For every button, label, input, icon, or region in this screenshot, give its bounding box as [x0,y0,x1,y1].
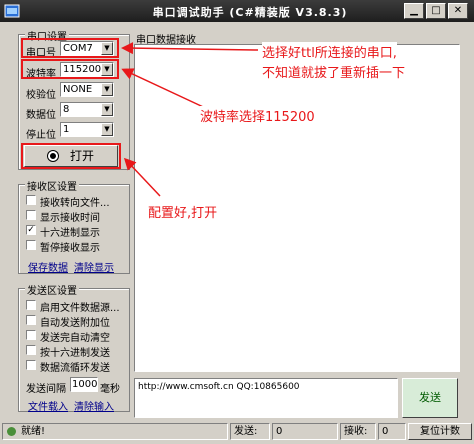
open-highlight-box [21,143,121,169]
close-button[interactable]: ✕ [448,3,468,19]
send-textarea[interactable]: http://www.cmsoft.cn QQ:10865600 [134,378,398,418]
stopbits-value: 1 [63,124,70,135]
open-annotation: 配置好,打开 [148,202,218,221]
baud-annotation: 波特率选择115200 [200,106,315,125]
option-label: 按十六进制发送 [40,348,110,359]
app-icon [4,4,20,18]
send-settings-title: 发送区设置 [25,282,79,297]
recv-count-label: 接收: [340,423,376,440]
baud-highlight-box [21,59,119,79]
maximize-icon: □ [431,5,441,16]
receive-settings-title: 接收区设置 [25,178,79,193]
recv-count: 0 [378,423,406,440]
interval-label: 发送间隔 [26,384,66,395]
option-label: 显示接收时间 [40,213,100,224]
interval-input[interactable]: 1000 [70,377,98,392]
parity-label: 校验位 [26,90,56,101]
option-checkbox[interactable] [26,345,36,355]
option-checkbox[interactable] [26,300,36,310]
status-text: 就绪! [21,426,46,437]
databits-label: 数据位 [26,110,56,121]
port-annotation-line2: 不知道就拔了重新插一下 [262,62,406,81]
chevron-down-icon[interactable]: ▼ [101,83,113,96]
parity-select[interactable]: NONE ▼ [60,82,114,97]
port-highlight-box [21,38,119,58]
send-button[interactable]: 发送 [402,378,458,418]
chevron-down-icon[interactable]: ▼ [101,103,113,116]
option-label: 暂停接收显示 [40,243,100,254]
option-label: 接收转向文件... [40,198,110,209]
option-checkbox[interactable] [26,240,36,250]
file-load-link[interactable]: 文件载入 [28,398,68,413]
status-icon [6,426,17,437]
option-checkbox[interactable] [26,360,36,370]
status-bar: 就绪! 发送: 0 接收: 0 复位计数 [0,420,474,444]
checkmark-icon: ✓ [27,225,35,235]
option-label: 数据流循环发送 [40,363,110,374]
interval-unit: 毫秒 [100,384,120,395]
option-label: 自动发送附加位 [40,318,110,329]
stopbits-label: 停止位 [26,130,56,141]
option-checkbox[interactable] [26,330,36,340]
option-checkbox[interactable] [26,195,36,205]
send-count: 0 [272,423,338,440]
minimize-icon: ▁ [410,5,418,16]
databits-value: 8 [63,104,70,115]
option-checkbox[interactable] [26,315,36,325]
option-label: 十六进制显示 [40,228,100,239]
clear-display-link[interactable]: 清除显示 [74,259,114,274]
status-text-cell: 就绪! [2,423,228,440]
port-annotation-line1: 选择好ttl所连接的串口, [262,42,397,61]
parity-value: NONE [63,84,93,95]
hex-display-checkbox[interactable]: ✓ [26,225,36,235]
window-title: 串口调试助手 (C#精装版 V3.8.3) [152,6,348,19]
save-data-link[interactable]: 保存数据 [28,259,68,274]
maximize-button[interactable]: □ [426,3,446,19]
reset-count-button[interactable]: 复位计数 [408,423,472,440]
option-label: 发送完自动清空 [40,333,110,344]
stopbits-select[interactable]: 1 ▼ [60,122,114,137]
option-checkbox[interactable] [26,210,36,220]
send-count-label: 发送: [230,423,270,440]
app-window: 串口调试助手 (C#精装版 V3.8.3) ▁ □ ✕ 串口设置 串口号 COM… [0,0,474,444]
chevron-down-icon[interactable]: ▼ [101,123,113,136]
option-label: 启用文件数据源... [40,303,120,314]
minimize-button[interactable]: ▁ [404,3,424,19]
databits-select[interactable]: 8 ▼ [60,102,114,117]
clear-input-link[interactable]: 清除输入 [74,398,114,413]
title-bar: 串口调试助手 (C#精装版 V3.8.3) ▁ □ ✕ [0,0,474,22]
close-icon: ✕ [453,5,463,16]
